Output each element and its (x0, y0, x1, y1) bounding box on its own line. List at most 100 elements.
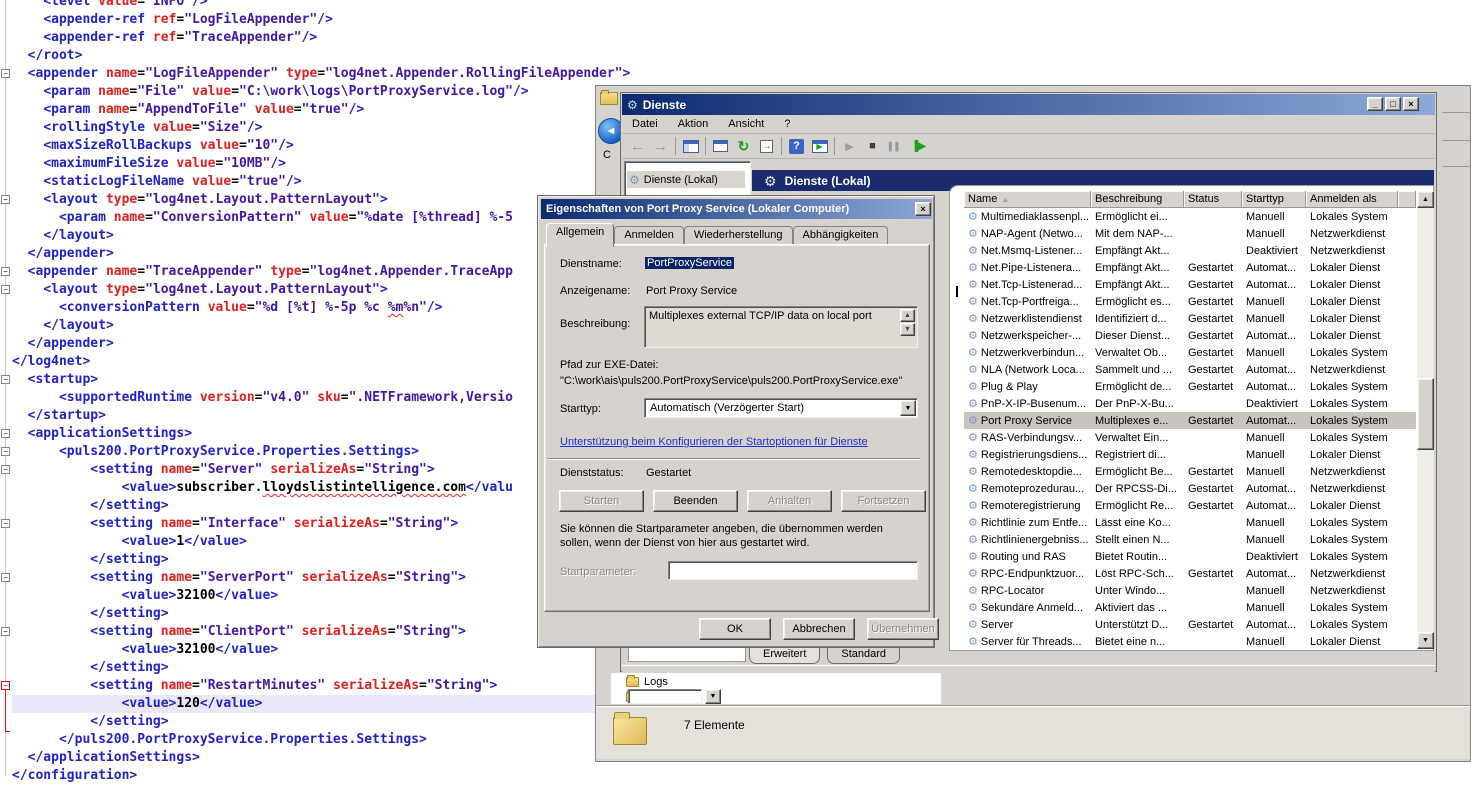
minimize-icon[interactable]: _ (1367, 97, 1383, 111)
dialog-tab-anmelden[interactable]: Anmelden (614, 226, 684, 246)
back-icon[interactable]: ← (626, 135, 649, 157)
dialog-tab-wiederherstellung[interactable]: Wiederherstellung (684, 226, 793, 246)
ok-button[interactable]: OK (699, 618, 771, 640)
column-header-name[interactable]: Name▲ (964, 191, 1091, 208)
services-menubar[interactable]: DateiAktionAnsicht? (622, 115, 1435, 134)
scroll-up-icon[interactable]: ▲ (900, 309, 915, 322)
fold-toggle-icon[interactable]: − (1, 447, 10, 456)
table-row[interactable]: ⚙ServerUnterstützt D...GestartetAutomat.… (964, 616, 1416, 633)
code-line[interactable]: <value>120</value> (12, 695, 595, 713)
table-row[interactable]: ⚙Registrierungsdiens...Registriert di...… (964, 446, 1416, 463)
menu-datei[interactable]: Datei (622, 118, 668, 130)
column-header-beschreibung[interactable]: Beschreibung (1091, 191, 1184, 208)
start-service-icon[interactable]: ▶ (838, 135, 861, 157)
fold-toggle-icon[interactable]: − (1, 267, 10, 276)
export-list-icon[interactable]: → (755, 135, 778, 157)
fold-toggle-icon[interactable]: − (1, 519, 10, 528)
dialog-tab-abhängigkeiten[interactable]: Abhängigkeiten (793, 226, 889, 246)
combo-dropdown-button[interactable]: ▼ (705, 689, 721, 704)
fold-margin[interactable]: − − − − − − − − − − − − (0, 0, 11, 787)
code-line[interactable]: <appender-ref ref="LogFileAppender"/> (12, 11, 1471, 29)
fold-toggle-icon[interactable]: − (1, 627, 10, 636)
refresh-icon[interactable]: ↻ (732, 135, 755, 157)
table-row[interactable]: ⚙Plug & PlayErmöglicht de...GestartetAut… (964, 378, 1416, 395)
table-row[interactable]: ⚙Net.Tcp-Listenerad...Empfängt Akt...Ges… (964, 276, 1416, 293)
menu-ansicht[interactable]: Ansicht (718, 118, 774, 130)
code-line[interactable]: <appender-ref ref="TraceAppender"/> (12, 29, 1471, 47)
table-row[interactable]: ⚙Multimediaklassenpl...Ermöglicht ei...M… (964, 208, 1416, 225)
code-line[interactable]: <appender name="LogFileAppender" type="l… (12, 65, 1471, 83)
table-row[interactable]: ⚙PnP-X-IP-Busenum...Der PnP-X-Bu...Deakt… (964, 395, 1416, 412)
console-tree-icon[interactable] (679, 135, 702, 157)
scroll-up-button[interactable]: ▲ (1417, 191, 1434, 208)
table-row[interactable]: ⚙NAP-Agent (Netwo...Mit dem NAP-...Manue… (964, 225, 1416, 242)
forward-icon[interactable]: → (649, 135, 672, 157)
maximize-icon[interactable]: □ (1385, 97, 1401, 111)
table-row[interactable]: ⚙Sekundäre Anmeld...Aktiviert das ...Man… (964, 599, 1416, 616)
table-row[interactable]: ⚙NetzwerklistendienstIdentifiziert d...G… (964, 310, 1416, 327)
fold-toggle-icon[interactable]: − (1, 195, 10, 204)
view-tab-standard[interactable]: Standard (827, 647, 900, 664)
stop-service-icon[interactable]: ■ (861, 135, 884, 157)
dialog-close-button[interactable]: × (915, 202, 931, 216)
starttyp-combobox[interactable]: Automatisch (Verzögerter Start) ▼ (644, 398, 918, 418)
fold-toggle-icon[interactable]: − (1, 429, 10, 438)
properties-dialog[interactable]: Eigenschaften von Port Proxy Service (Lo… (537, 195, 935, 648)
services-toolbar[interactable]: ←→↻→?▶▶■▌▌▐▶ (622, 134, 1435, 159)
fold-toggle-icon-active[interactable]: − (1, 681, 10, 690)
table-row[interactable]: ⚙Netzwerkverbindun...Verwaltet Ob...Gest… (964, 344, 1416, 361)
fortsetzen-button[interactable]: Fortsetzen (841, 490, 926, 512)
scroll-down-icon[interactable]: ▼ (900, 323, 915, 336)
beenden-button[interactable]: Beenden (653, 490, 738, 512)
table-row[interactable]: ⚙RPC-LocatorUnter Windo...ManuellNetzwer… (964, 582, 1416, 599)
table-row[interactable]: ⚙Port Proxy ServiceMultiplexes e...Gesta… (964, 412, 1416, 429)
scrollbar-thumb[interactable] (1417, 378, 1434, 450)
code-line[interactable]: <level value="INFO"/> (12, 0, 1471, 11)
combo-dropdown-button[interactable]: ▼ (900, 400, 916, 416)
fold-toggle-icon[interactable]: − (1, 573, 10, 582)
table-row[interactable]: ⚙RPC-Endpunktzuor...Löst RPC-Sch...Gesta… (964, 565, 1416, 582)
fold-toggle-icon[interactable]: − (1, 69, 10, 78)
abbrechen-button[interactable]: Abbrechen (783, 618, 855, 640)
beschreibung-box[interactable]: Multiplexes external TCP/IP data on loca… (644, 306, 918, 348)
services-scrollbar[interactable]: ▲ ▼ (1417, 191, 1434, 649)
anhalten-button[interactable]: Anhalten (747, 490, 832, 512)
table-row[interactable]: ⚙Richtlinie zum Entfe...Lässt eine Ko...… (964, 514, 1416, 531)
close-icon[interactable]: × (1403, 97, 1419, 111)
explorer-tree-item[interactable]: Logs (626, 674, 826, 689)
table-row[interactable]: ⚙Remoteprozedurau...Der RPCSS-Di...Gesta… (964, 480, 1416, 497)
table-row[interactable]: ⚙Server für Threads...Bietet eine n...Ma… (964, 633, 1416, 650)
dialog-titlebar[interactable]: Eigenschaften von Port Proxy Service (Lo… (541, 199, 932, 219)
fold-toggle-icon[interactable]: − (1, 465, 10, 474)
services-table-header[interactable]: Name▲BeschreibungStatusStarttypAnmelden … (964, 191, 1416, 208)
table-row[interactable]: ⚙Netzwerkspeicher-...Dieser Dienst...Ges… (964, 327, 1416, 344)
dialog-tabs[interactable]: AllgemeinAnmeldenWiederherstellungAbhäng… (546, 223, 888, 244)
column-header-anmelden-als[interactable]: Anmelden als (1306, 191, 1398, 208)
tree-item-dienste-lokal[interactable]: ⚙ Dienste (Lokal) (627, 171, 745, 188)
column-header-status[interactable]: Status (1184, 191, 1242, 208)
dialog-tab-allgemein[interactable]: Allgemein (546, 223, 614, 247)
table-row[interactable]: ⚙Richtlinienergebniss...Stellt einen N..… (964, 531, 1416, 548)
services-titlebar[interactable]: ⚙ Dienste (622, 94, 1435, 115)
fold-toggle-icon[interactable]: − (1, 375, 10, 384)
table-row[interactable]: ⚙Net.Tcp-Portfreiga...Ermöglicht es...Ge… (964, 293, 1416, 310)
view-tabs[interactable]: Erweitert Standard (749, 647, 907, 664)
table-row[interactable]: ⚙RemoteregistrierungErmöglicht Re...Gest… (964, 497, 1416, 514)
help-icon[interactable]: ? (785, 135, 808, 157)
explorer-combo-field[interactable] (628, 689, 702, 704)
table-row[interactable]: ⚙NLA (Network Loca...Sammelt und ...Gest… (964, 361, 1416, 378)
table-row[interactable]: ⚙RAS-Verbindungsv...Verwaltet Ein...Manu… (964, 429, 1416, 446)
restart-service-icon[interactable]: ▐▶ (907, 135, 930, 157)
table-row[interactable]: ⚙Routing und RASBietet Routin...Deaktivi… (964, 548, 1416, 565)
menu-?[interactable]: ? (774, 118, 800, 130)
column-header-starttyp[interactable]: Starttyp (1242, 191, 1306, 208)
table-row[interactable]: ⚙Net.Pipe-Listenera...Empfängt Akt...Ges… (964, 259, 1416, 276)
view-tab-erweitert[interactable]: Erweitert (749, 647, 820, 664)
pause-service-icon[interactable]: ▌▌ (884, 135, 907, 157)
startoptions-help-link[interactable]: Unterstützung beim Konfigurieren der Sta… (560, 436, 868, 448)
extended-view-icon[interactable]: ▶ (808, 135, 831, 157)
fold-toggle-icon[interactable]: − (1, 285, 10, 294)
table-row[interactable]: ⚙Remotedesktopdie...Ermöglicht Be...Gest… (964, 463, 1416, 480)
properties-icon[interactable] (709, 135, 732, 157)
startparameter-input[interactable] (668, 561, 918, 580)
